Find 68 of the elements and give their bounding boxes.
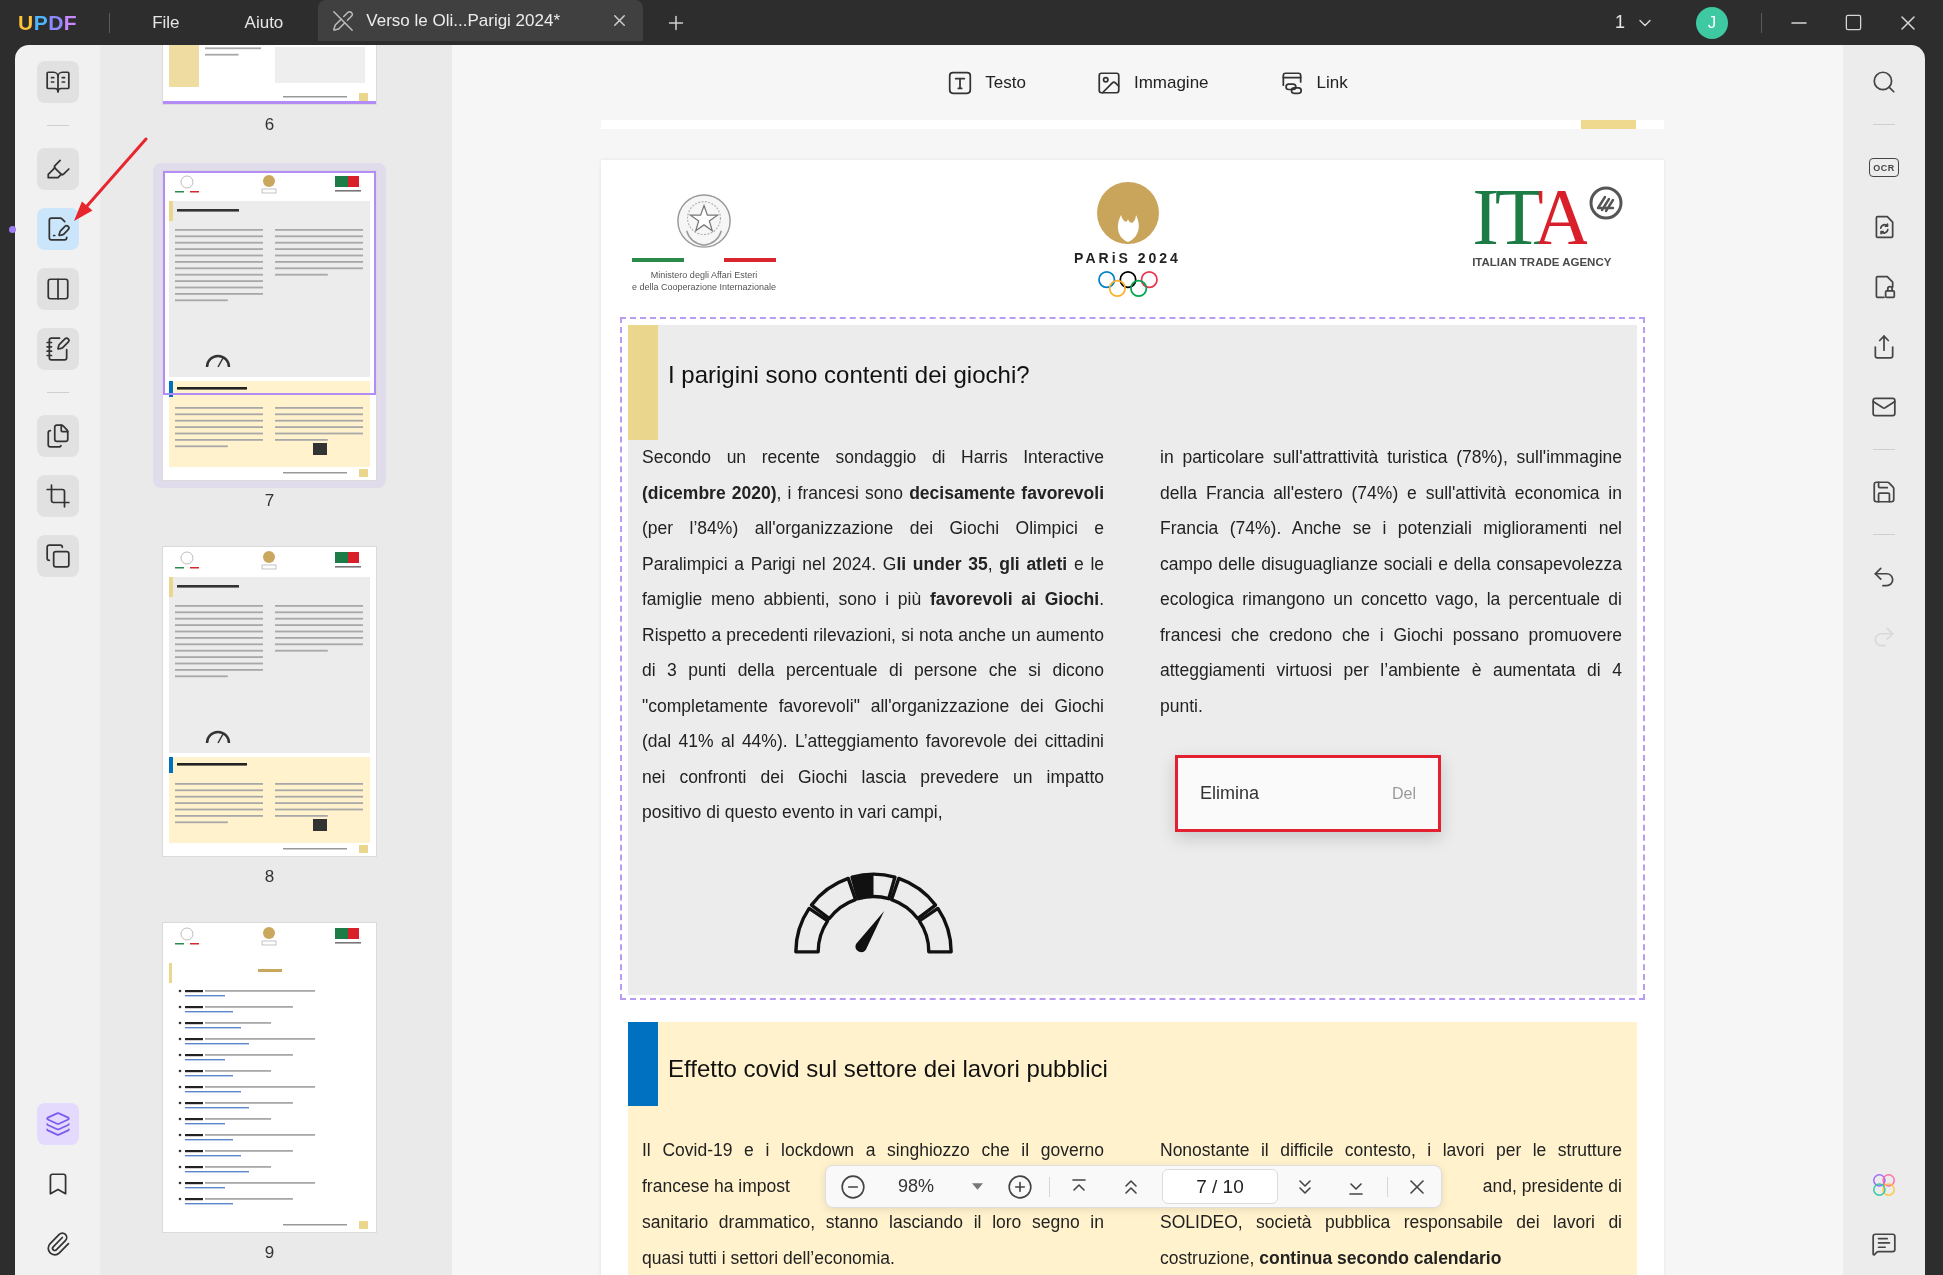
agency-name: ITALIAN TRADE AGENCY [1472,256,1612,268]
envelope-icon[interactable] [1871,394,1897,420]
zoom-level-dropdown[interactable]: 98% [876,1169,991,1204]
page-number-field[interactable]: 7 / 10 [1162,1169,1278,1204]
page-thumbnail[interactable] [163,923,376,1232]
star-emblem-icon [675,192,734,250]
two-columns-icon [44,276,71,302]
book-icon [44,69,71,95]
tool-button[interactable] [36,268,79,310]
tool-button[interactable] [36,148,79,190]
stacked-squares-icon [44,543,71,569]
clover-icon[interactable] [1871,1172,1897,1198]
tool-button[interactable] [36,475,79,517]
paragraph: Secondo un recente sondaggio di Harris Interactive (dicembre 2020), i francesi sono decisamente favorevoli (per l’84%) all'organizzazione dei Giochi Olimpici e Paralimpici a Parigi nel 2024. Gli under 35, gli atleti e le famiglie meno abbienti, sono i più favorevoli ai Giochi. Rispetto a precedenti rilevazioni, si nota anche un aumento di 3 punti della percentuale di persone che si dicono "completamente favorevoli" all'organizzazione dei Giochi (dal 41% al 44%). L’atteggiamento favorevole dei cittadini nei confronti dei Giochi lascia prevedere un impatto positivo di questo evento in vari campi, [642,446,1104,824]
tool-button[interactable] [36,61,79,103]
paperclip-icon [44,1231,71,1257]
text-line: quasi tutti i settori dell’economia. [642,1246,895,1270]
add-link-button[interactable]: Link [1278,69,1348,96]
layers-icon [44,1111,71,1137]
text-box-icon [947,69,974,96]
ministry-name: e della Cooperazione Internazionale [632,281,777,293]
page-mark [1581,120,1636,129]
text-line: SOLIDEO, società pubblica responsabile dei lavori di [1160,1210,1622,1234]
ocr-button[interactable]: OCR [1869,157,1899,177]
flame-emblem-icon [1096,182,1159,244]
tool-button[interactable] [36,208,79,250]
page-number: 7 [264,491,275,511]
maximize-icon[interactable] [1844,13,1863,32]
add-image-button[interactable]: Immagine [1095,69,1209,96]
tool-button[interactable] [36,535,79,577]
tool-button[interactable] [36,415,79,457]
zoom-out-icon[interactable] [840,1173,866,1200]
text-line: francese ha impost [642,1174,790,1198]
olympic-rings-icon [1096,270,1159,299]
page-number: 6 [264,115,275,135]
section-heading: I parigini sono contenti dei giochi? [668,360,1030,390]
document-tab[interactable]: Verso le Oli...Parigi 2024* [318,0,644,41]
tool-button[interactable] [36,328,79,370]
notebook-pen-icon [44,336,71,362]
text-line: and, presidente di [1482,1174,1622,1198]
comment-icon[interactable] [1871,1231,1897,1257]
text-line: costruzione, continua secondo calendario [1160,1246,1502,1270]
window-count-dropdown[interactable]: 1 [1615,12,1655,33]
games-logo-text: PARiS 2024 [1074,250,1181,266]
add-text-button[interactable]: Testo [947,69,1026,96]
share-icon[interactable] [1871,334,1897,360]
search-icon[interactable] [1871,69,1897,95]
menu-item[interactable]: File [152,12,180,33]
crop-icon [44,483,71,509]
zoom-in-icon[interactable] [1007,1173,1033,1200]
page-number: 9 [264,1243,275,1263]
documents-icon [44,423,71,449]
text-line: sanitario drammatico, stanno lasciando il loro segno in [642,1210,1104,1234]
ministry-name: Ministero degli Affari Esteri [650,269,758,281]
active-dot-icon [8,225,16,233]
pen-off-icon [332,9,355,32]
striped-circle-icon [1589,186,1623,220]
text-line: Nonostante il difficile contesto, i lavori per le strutture [1160,1138,1622,1162]
page-number: 8 [264,867,275,887]
text-line: Il Covid-19 e i lockdown a singhiozzo che il governo [642,1138,1104,1162]
menu-item[interactable]: Elimina Del [1184,764,1432,823]
menu-item[interactable]: Aiuto [244,12,284,33]
page-thumbnail[interactable] [153,163,386,488]
image-icon [1095,69,1122,96]
caret-down-icon [972,1183,983,1190]
section-heading: Effetto covid sul settore dei lavori pubblici [668,1053,1108,1083]
page-thumbnail[interactable] [163,547,376,856]
paragraph: in particolare sull'attrattività turistica (78%), sull'immagine della Francia all'estero (74%) e sull'attività economica in Francia (74%). Anche se i potenziali miglioramenti nel campo delle disuguaglianze sociali e della consapevolezza ecologica rimangono un concetto vago, la percentuale di francesi che credono che i Giochi possano promuovere atteggiamenti virtuosi per l’ambiente è aumentata di 4 punti. [1160,446,1622,718]
